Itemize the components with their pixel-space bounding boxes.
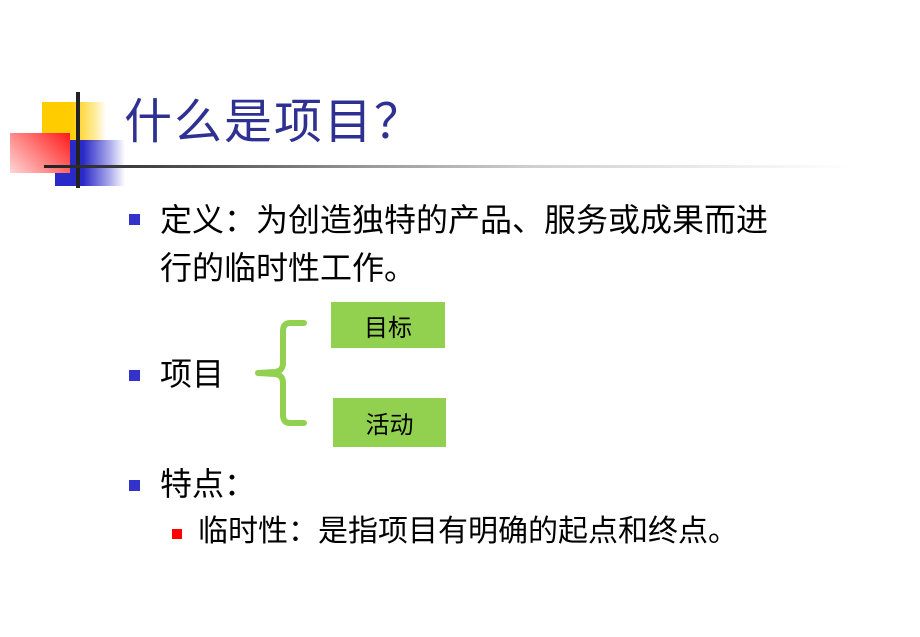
project-label: 项目 (160, 355, 225, 393)
sub-item-temporary: 临时性：是指项目有明确的起点和终点。 (198, 514, 738, 549)
characteristics-label: 特点： (160, 465, 257, 503)
logo-vertical-line (76, 92, 80, 188)
bullet-icon (129, 480, 140, 491)
slide-title: 什么是项目？ (124, 94, 425, 150)
brace-icon (255, 320, 307, 426)
bullet-icon (129, 370, 140, 381)
title-underline (44, 165, 854, 168)
bullet-icon (129, 214, 140, 225)
branch-box-activity: 活动 (333, 398, 446, 447)
definition-line-2: 行的临时性工作。 (160, 249, 417, 287)
branch-box-goal: 目标 (331, 302, 445, 348)
definition-line-1: 定义：为创造独特的产品、服务或成果而进 (160, 201, 769, 239)
sub-bullet-icon (172, 529, 182, 539)
